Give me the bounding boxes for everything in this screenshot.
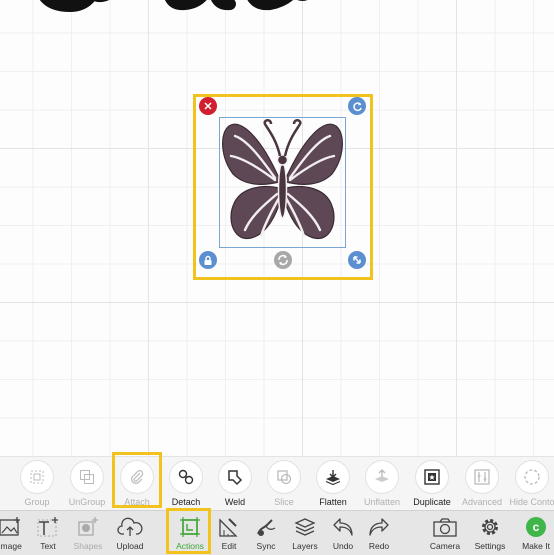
text-icon (37, 517, 58, 537)
paperclip-icon (131, 470, 144, 484)
actions-button[interactable]: Actions (168, 511, 212, 555)
group-icon (30, 470, 44, 484)
sync-icon (257, 519, 276, 536)
redo-label: Redo (368, 541, 390, 551)
upload-button[interactable]: Upload (108, 511, 152, 555)
layers-icon (294, 518, 316, 536)
group-label: Group (24, 497, 50, 507)
hide-contour-icon (524, 469, 540, 485)
undo-icon (333, 518, 353, 536)
image-label: Image (0, 541, 22, 551)
attach-label: Attach (124, 497, 150, 507)
make-it-icon: c (526, 517, 546, 537)
sync-label: Sync (256, 541, 276, 551)
hide-contour-label: Hide Conto (509, 497, 554, 507)
main-toolbar: Image Text Shapes Upload Actions Edit Sy… (0, 510, 554, 555)
scale-arrow-icon (353, 256, 361, 264)
slice-icon (277, 470, 292, 485)
redo-icon (369, 518, 389, 536)
upload-icon (117, 517, 143, 536)
weld-label: Weld (224, 497, 246, 507)
undo-label: Undo (332, 541, 354, 551)
camera-button[interactable]: Camera (423, 511, 467, 555)
redo-button[interactable]: Redo (357, 511, 401, 555)
shapes-label: Shapes (73, 541, 103, 551)
settings-button[interactable]: Settings (468, 511, 512, 555)
duplicate-label: Duplicate (413, 497, 451, 507)
make-it-label: Make It (522, 541, 550, 551)
unflatten-icon (375, 469, 389, 482)
text-button[interactable]: Text (26, 511, 70, 555)
shapes-button[interactable]: Shapes (66, 511, 110, 555)
detach-label: Detach (171, 497, 201, 507)
lock-handle[interactable] (199, 251, 217, 269)
advanced-label: Advanced (461, 497, 503, 507)
detach-icon (178, 469, 194, 485)
edit-label: Edit (221, 541, 237, 551)
slice-label: Slice (274, 497, 294, 507)
flip-handle[interactable] (274, 251, 292, 269)
flatten-label: Flatten (319, 497, 347, 507)
shapes-icon (78, 517, 98, 536)
settings-label: Settings (474, 541, 506, 551)
delete-handle[interactable]: ✕ (199, 97, 217, 115)
actions-label: Actions (176, 541, 204, 551)
rotate-handle[interactable] (348, 97, 366, 115)
flip-icon (278, 254, 288, 266)
camera-icon (433, 518, 457, 537)
lock-icon (204, 255, 212, 265)
advanced-icon (474, 469, 490, 485)
edit-icon (219, 518, 238, 537)
hide-contour-button[interactable]: Hide Conto (502, 457, 554, 511)
camera-label: Camera (429, 541, 461, 551)
flatten-icon (325, 470, 341, 486)
butterfly-image[interactable] (221, 118, 344, 246)
unflatten-label: Unflatten (363, 497, 401, 507)
duplicate-icon (424, 469, 440, 485)
ungroup-label: UnGroup (68, 497, 106, 507)
design-canvas[interactable]: ✕ (0, 0, 554, 456)
text-label: Text (40, 541, 56, 551)
make-it-button[interactable]: c Make It (514, 511, 554, 555)
actions-icon (180, 517, 200, 537)
upload-label: Upload (116, 541, 144, 551)
actions-toolbar: Group UnGroup Attach Detach Weld Slice F… (0, 456, 554, 511)
script-text-fragment (39, 0, 308, 13)
weld-icon (228, 470, 243, 486)
ungroup-icon (80, 470, 94, 484)
layers-label: Layers (292, 541, 318, 551)
scale-handle[interactable] (348, 251, 366, 269)
rotate-icon (352, 101, 362, 111)
settings-icon (482, 519, 498, 535)
image-icon (0, 517, 20, 536)
sync-button[interactable]: Sync (244, 511, 288, 555)
close-icon: ✕ (203, 100, 213, 113)
